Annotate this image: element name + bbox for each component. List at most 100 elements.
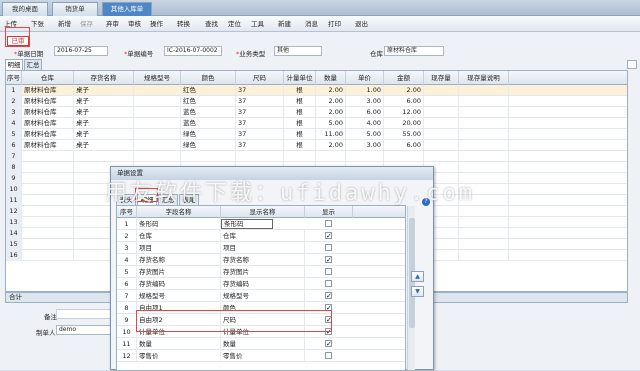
table-cell[interactable] [22, 217, 74, 228]
table-cell[interactable]: 原材料仓库 [22, 85, 74, 96]
table-cell[interactable] [459, 228, 509, 239]
table-cell[interactable] [424, 85, 459, 96]
table-row[interactable]: 2 原材料仓库 桌子 红色 37 根 2.00 3.00 6.00 [6, 96, 627, 107]
table-cell[interactable] [424, 107, 459, 118]
toolbar-find-button[interactable]: 查找 [205, 19, 218, 30]
show-checkbox[interactable]: ✓ [325, 256, 332, 264]
table-cell[interactable]: 3.00 [346, 96, 384, 107]
list-item[interactable]: 5 存货图片 存货图片 [117, 266, 405, 278]
tab-other-inbound[interactable]: 其他入库单 [102, 2, 152, 16]
toolbar-print-button[interactable]: 打印 [328, 19, 341, 30]
show-checkbox[interactable]: ✓ [325, 340, 332, 348]
toolbar-create-button[interactable]: 新建 [278, 19, 291, 30]
table-cell[interactable] [22, 195, 74, 206]
table-cell[interactable] [134, 107, 181, 118]
table-row[interactable]: 5 原材料仓库 桌子 绿色 37 根 11.00 5.00 55.00 [6, 129, 627, 140]
table-cell[interactable] [459, 162, 509, 173]
table-cell[interactable] [459, 239, 509, 250]
table-row[interactable]: 4 原材料仓库 桌子 蓝色 37 根 5.00 4.00 20.00 [6, 118, 627, 129]
table-cell[interactable] [424, 96, 459, 107]
table-cell[interactable]: 根 [284, 140, 316, 151]
table-cell[interactable] [134, 85, 181, 96]
table-cell[interactable] [74, 151, 134, 162]
show-checkbox[interactable]: ✓ [325, 232, 332, 240]
table-cell[interactable]: 根 [284, 85, 316, 96]
table-cell[interactable]: 绿色 [181, 129, 236, 140]
table-cell[interactable]: 12.00 [384, 107, 424, 118]
table-cell[interactable]: 37 [236, 107, 284, 118]
table-cell[interactable]: 4.00 [346, 118, 384, 129]
table-cell[interactable] [22, 151, 74, 162]
table-row[interactable]: 1 原材料仓库 桌子 红色 37 根 2.00 1.00 2.00 [6, 85, 627, 96]
show-checkbox[interactable] [325, 352, 332, 359]
toolbar-new-button[interactable]: 新增 [58, 19, 71, 30]
table-cell[interactable]: 6.00 [384, 96, 424, 107]
table-cell[interactable]: 2.00 [316, 85, 346, 96]
table-cell[interactable]: 蓝色 [181, 118, 236, 129]
tab-desktop[interactable]: 我的桌面 [2, 2, 48, 16]
table-cell[interactable]: 根 [284, 129, 316, 140]
table-cell[interactable]: 55.00 [384, 129, 424, 140]
warehouse-field[interactable]: 原材料仓库 [384, 46, 444, 56]
display-name-field[interactable]: 规格型号 [221, 290, 305, 302]
show-checkbox[interactable] [325, 220, 332, 227]
toolbar-exit-button[interactable]: 退出 [355, 19, 368, 30]
table-cell[interactable] [134, 151, 181, 162]
table-cell[interactable]: 红色 [181, 96, 236, 107]
table-cell[interactable]: 1.00 [346, 85, 384, 96]
date-field[interactable]: 2016-07-25 [54, 46, 108, 56]
display-name-field[interactable]: 条形码 [221, 219, 273, 229]
list-item[interactable]: 11 数量 数量 ✓ [117, 338, 405, 350]
table-cell[interactable]: 20.00 [384, 118, 424, 129]
display-name-field[interactable]: 数量 [221, 338, 305, 350]
table-row[interactable]: 3 原材料仓库 桌子 蓝色 37 根 2.00 6.00 12.00 [6, 107, 627, 118]
table-cell[interactable]: 5.00 [346, 129, 384, 140]
table-cell[interactable]: 桌子 [74, 85, 134, 96]
table-cell[interactable] [22, 228, 74, 239]
table-cell[interactable]: 根 [284, 96, 316, 107]
move-down-button[interactable]: ▼ [411, 286, 424, 297]
table-cell[interactable]: 原材料仓库 [22, 140, 74, 151]
table-cell[interactable]: 桌子 [74, 129, 134, 140]
display-name-field[interactable]: 仓库 [221, 230, 305, 242]
show-checkbox[interactable] [325, 244, 332, 251]
toolbar-next-button[interactable]: 下张 [31, 19, 44, 30]
table-cell[interactable]: 红色 [181, 85, 236, 96]
show-checkbox[interactable]: ✓ [325, 292, 332, 300]
table-cell[interactable] [459, 107, 509, 118]
toolbar-convert-button[interactable]: 转换 [177, 19, 190, 30]
toolbar-audit-button[interactable]: 审核 [128, 19, 141, 30]
list-item[interactable]: 2 仓库 仓库 ✓ [117, 230, 405, 242]
table-cell[interactable]: 绿色 [181, 140, 236, 151]
table-cell[interactable]: 6.00 [384, 140, 424, 151]
table-cell[interactable] [459, 151, 509, 162]
table-cell[interactable]: 根 [284, 118, 316, 129]
table-cell[interactable] [424, 129, 459, 140]
list-item[interactable]: 3 项目 项目 [117, 242, 405, 254]
table-cell[interactable]: 5.00 [316, 118, 346, 129]
table-cell[interactable]: 原材料仓库 [22, 129, 74, 140]
table-cell[interactable]: 桌子 [74, 96, 134, 107]
table-cell[interactable]: 原材料仓库 [22, 107, 74, 118]
toolbar-locate-button[interactable]: 定位 [228, 19, 241, 30]
toolbar-save-button[interactable]: 保存 [80, 19, 93, 30]
table-cell[interactable] [22, 239, 74, 250]
table-cell[interactable]: 37 [236, 140, 284, 151]
table-cell[interactable]: 2.00 [316, 96, 346, 107]
tab-sales-order[interactable]: 销货单 [52, 2, 98, 16]
table-cell[interactable]: 37 [236, 96, 284, 107]
table-cell[interactable]: 37 [236, 85, 284, 96]
list-item[interactable]: 4 存货名称 存货名称 ✓ [117, 254, 405, 266]
display-name-field[interactable]: 项目 [221, 242, 305, 254]
table-cell[interactable] [22, 184, 74, 195]
table-cell[interactable] [236, 151, 284, 162]
display-name-field[interactable]: 存货编码 [221, 278, 305, 290]
subtab-summary[interactable]: 汇总 [24, 59, 42, 70]
table-cell[interactable] [424, 140, 459, 151]
table-cell[interactable] [134, 96, 181, 107]
table-cell[interactable] [22, 162, 74, 173]
table-cell[interactable] [384, 151, 424, 162]
doc-no-field[interactable]: IC-2016-07-0002 [164, 46, 222, 56]
table-cell[interactable] [346, 151, 384, 162]
table-cell[interactable] [459, 129, 509, 140]
